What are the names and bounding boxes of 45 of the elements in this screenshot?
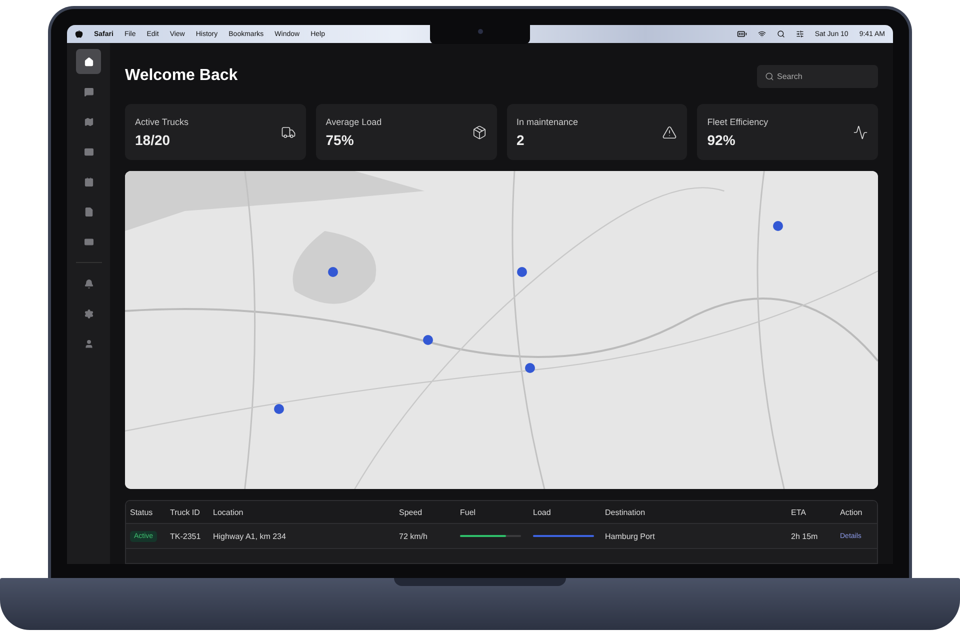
truck-icon [280,124,296,140]
table-cell-text: Hamburg Port [605,532,656,540]
stat-label: Fleet Efficiency [707,116,768,126]
column-header: Location [213,508,244,516]
settings-icon [84,308,94,318]
calendar-icon [84,176,94,186]
stat-value: 2 [516,132,526,148]
pulse-icon [853,124,868,140]
control-center-icon[interactable] [796,30,804,38]
page-title: Welcome Back [125,67,238,85]
home-icon [84,56,94,66]
column-header: Fuel [460,508,477,516]
search-field[interactable]: Search [757,64,878,88]
column-header: Speed [399,508,424,516]
column-header: Truck ID [170,508,201,516]
column-header: Destination [605,508,646,516]
mail-icon [84,146,94,156]
user-icon [84,338,94,348]
column-header: Load [533,508,552,516]
column-header: Action [840,508,864,516]
bell-icon [84,278,94,288]
apple-icon[interactable] [75,30,83,38]
table-cell-text: 72 km/h [399,532,428,540]
battery-icon[interactable] [736,29,747,39]
search-icon[interactable] [776,30,785,38]
wifi-icon[interactable] [758,30,766,38]
messages-icon [84,86,94,96]
stat-value: 18/20 [135,132,172,148]
column-header: Status [130,508,154,516]
warning-icon [662,124,678,140]
document-icon [84,206,94,216]
stat-label: In maintenance [516,116,578,126]
column-header: ETA [791,508,807,516]
card-icon [84,236,94,246]
map-icon [84,116,94,126]
box-icon [472,124,486,140]
table-cell-text: 2h 15m [791,532,819,540]
stat-value: 92% [707,132,736,148]
table-cell-text: Highway A1, km 234 [213,532,287,540]
stat-value: 75% [326,132,355,148]
stat-label: Active Trucks [135,116,189,126]
search-icon [765,72,774,80]
home-nav-button[interactable] [76,49,101,74]
table-cell-text: TK-2351 [170,532,202,540]
stat-label: Average Load [326,116,382,126]
